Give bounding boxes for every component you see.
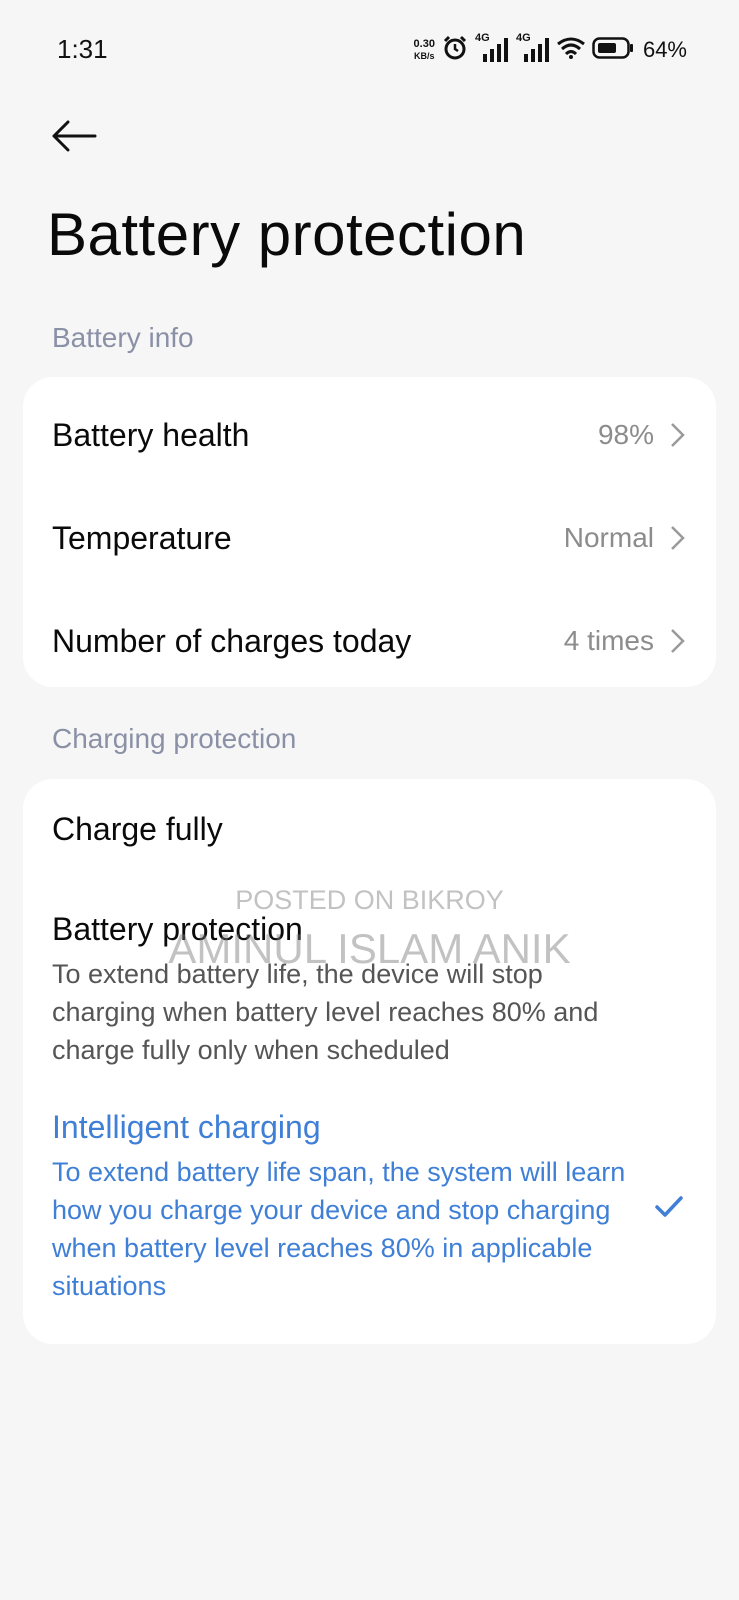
charging-protection-card: Charge fully Battery protection To exten… (23, 779, 716, 1344)
status-icons: 0.30 KB/s 4G 4G 64% (414, 30, 687, 70)
option-battery-protection[interactable]: Battery protection To extend battery lif… (23, 879, 716, 1069)
row-battery-health[interactable]: Battery health 98% (23, 385, 716, 485)
back-button[interactable] (48, 116, 100, 156)
alarm-icon (442, 35, 468, 66)
sim2-signal: 4G (516, 32, 550, 62)
option-description: To extend battery life span, the system … (52, 1157, 626, 1301)
section-label-charging-protection: Charging protection (52, 723, 297, 754)
option-title: Charge fully (52, 811, 223, 847)
network-speed: 0.30 KB/s (414, 38, 435, 62)
option-title: Intelligent charging (52, 1109, 321, 1145)
battery-percent: 64% (642, 37, 687, 62)
row-label: Temperature (52, 519, 232, 556)
check-icon (655, 1196, 683, 1217)
row-label: Battery health (52, 416, 250, 453)
chevron-right-icon (671, 423, 685, 447)
sim1-network-type: 4G (474, 32, 490, 44)
row-label: Number of charges today (52, 622, 412, 659)
row-charges-today[interactable]: Number of charges today 4 times (23, 591, 716, 691)
page-title: Battery protection (47, 201, 527, 268)
row-temperature[interactable]: Temperature Normal (23, 488, 716, 588)
arrow-left-icon (52, 120, 97, 152)
battery-icon (592, 36, 634, 64)
section-label-battery-info: Battery info (52, 322, 194, 353)
option-intelligent-charging[interactable]: Intelligent charging To extend battery l… (23, 1109, 716, 1329)
wifi-icon (557, 37, 585, 64)
status-time: 1:31 (57, 34, 108, 64)
option-title: Battery protection (52, 911, 303, 947)
row-value: 4 times (563, 625, 654, 656)
chevron-right-icon (671, 629, 685, 653)
network-speed-value: 0.30 (413, 38, 435, 50)
battery-info-card: Battery health 98% Temperature Normal Nu… (23, 377, 716, 687)
option-charge-fully[interactable]: Charge fully (23, 779, 716, 879)
network-speed-unit: KB/s (413, 51, 435, 61)
sim1-signal: 4G (475, 32, 509, 62)
status-bar: 1:31 0.30 KB/s 4G 4G 64% (0, 0, 739, 100)
row-value: Normal (563, 522, 654, 553)
chevron-right-icon (671, 526, 685, 550)
option-description: To extend battery life, the device will … (52, 959, 599, 1065)
sim2-network-type: 4G (515, 32, 531, 44)
row-value: 98% (597, 419, 654, 450)
